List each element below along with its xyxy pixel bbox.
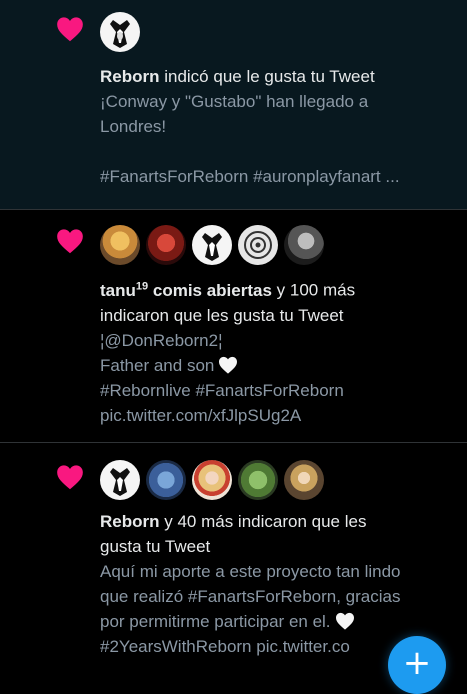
tweet-hashtags[interactable]: #Rebornlive #FanartsForReborn	[100, 378, 460, 403]
circle-emblem-avatar[interactable]	[238, 225, 278, 265]
tweet-text-line[interactable]: ¦@DonReborn2¦	[100, 328, 460, 353]
tweet-text-line: ¡Conway y "Gustabo" han llegado a	[100, 92, 369, 111]
green-frog-avatar[interactable]	[238, 460, 278, 500]
white-heart-emoji-icon	[219, 356, 238, 374]
tweet-link[interactable]: pic.twitter.com/xfJlpSUg2A	[100, 403, 460, 428]
tweet-text-line: Aquí mi aporte a este proyecto tan lindo	[100, 562, 401, 581]
white-heart-emoji-icon	[335, 612, 354, 630]
reborn-avatar[interactable]	[100, 460, 140, 500]
reborn-avatar[interactable]	[192, 225, 232, 265]
action-text: indicaron que les gusta tu Tweet	[100, 305, 344, 325]
tweet-text-line: Father and son	[100, 355, 215, 375]
actor-name[interactable]: tanu19 comis abiertas	[100, 280, 272, 300]
tweet-text-line: que realizó #FanartsForReborn, gracias	[100, 587, 401, 606]
heart-icon	[57, 17, 83, 42]
notification-1[interactable]: Reborn indicó que le gusta tu Tweet ¡Con…	[0, 0, 467, 210]
grayscale-avatar[interactable]	[284, 225, 324, 265]
red-character-avatar[interactable]	[146, 225, 186, 265]
blue-cartoon-avatar[interactable]	[146, 460, 186, 500]
tweet-text-line: por permitirme participar en el.	[100, 612, 331, 631]
action-text: y 40 más indicaron que les	[159, 512, 367, 531]
action-text: indicó que le gusta tu Tweet	[159, 67, 375, 86]
reborn-avatar[interactable]	[100, 12, 140, 52]
tweet-text-line: Londres!	[100, 117, 167, 136]
action-text: gusta tu Tweet	[100, 537, 211, 556]
plus-icon: +	[402, 643, 432, 683]
actor-name[interactable]: Reborn	[100, 512, 160, 531]
curly-hair-avatar[interactable]	[284, 460, 324, 500]
compose-tweet-button[interactable]: +	[388, 636, 446, 694]
notification-2[interactable]: tanu19 comis abiertas y 100 más indicaro…	[0, 211, 467, 443]
actor-name[interactable]: Reborn	[100, 67, 160, 86]
heart-icon	[57, 229, 83, 254]
blonde-girl-avatar[interactable]	[192, 460, 232, 500]
tweet-hashtags[interactable]: #FanartsForReborn #auronplayfanart ...	[100, 164, 460, 189]
heart-icon	[57, 465, 83, 490]
tanu-avatar[interactable]	[100, 225, 140, 265]
action-text: y 100 más	[271, 280, 356, 300]
